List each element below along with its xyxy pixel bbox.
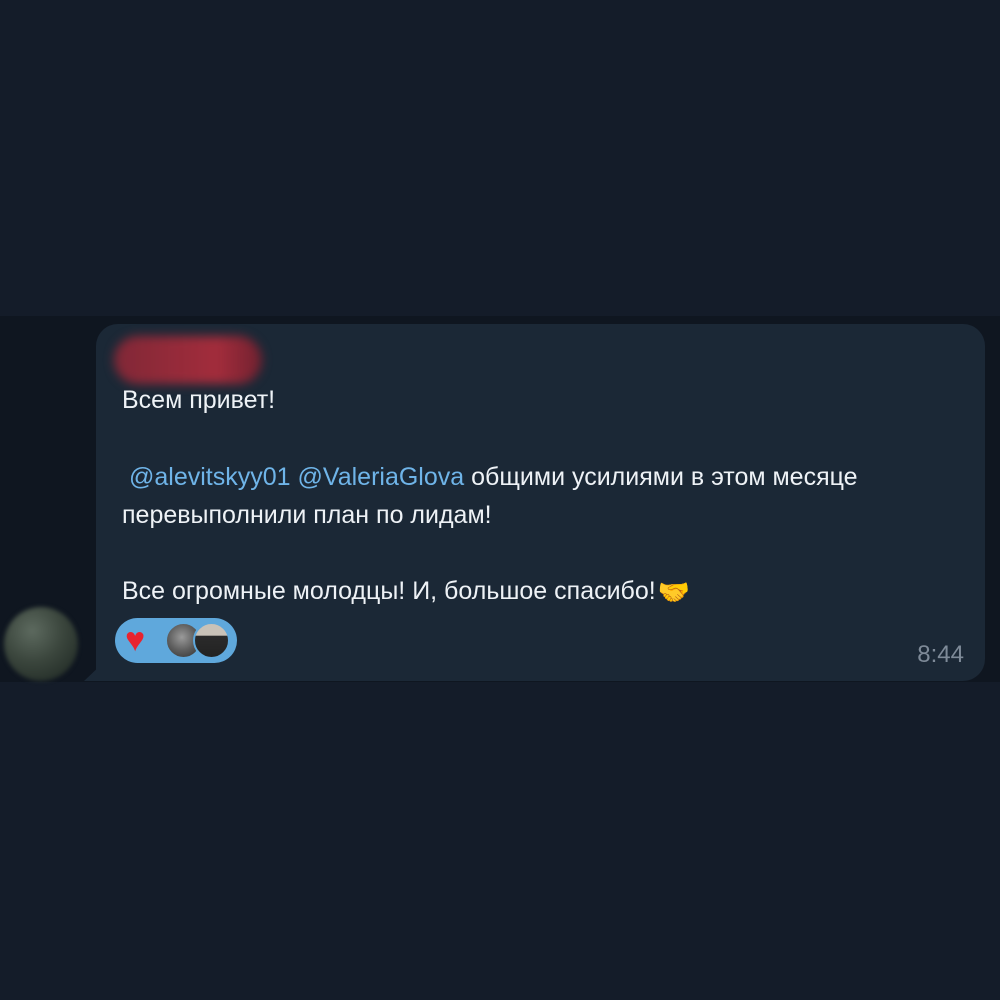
message-line-mentions: @alevitskyy01 @ValeriaGlova общими усили… bbox=[129, 462, 858, 492]
handshake-icon: 🤝 bbox=[657, 577, 691, 607]
heart-icon: ♥ bbox=[125, 621, 146, 659]
message-line-3: перевыполнили план по лидам! bbox=[122, 500, 492, 530]
reaction-button[interactable]: ♥ bbox=[115, 618, 237, 663]
message-line-4: Все огромные молодцы! И, большое спасибо… bbox=[122, 576, 690, 607]
message-text-part: общими усилиями в этом месяце bbox=[471, 463, 858, 491]
mention-link-valeriaglova[interactable]: @ValeriaGlova bbox=[298, 463, 465, 491]
greeting-text: Всем привет! bbox=[122, 386, 276, 414]
sender-avatar[interactable] bbox=[4, 607, 78, 681]
mention-link-alevitskyy01[interactable]: @alevitskyy01 bbox=[129, 463, 291, 491]
message-text-part: перевыполнили план по лидам! bbox=[122, 501, 492, 529]
message-text-part: Все огромные молодцы! И, большое спасибо… bbox=[122, 577, 656, 605]
reactor-avatar bbox=[193, 622, 230, 659]
message-timestamp: 8:44 bbox=[917, 641, 964, 668]
message-line-greeting: Всем привет! bbox=[122, 385, 275, 415]
sender-name-redacted[interactable] bbox=[114, 336, 262, 384]
